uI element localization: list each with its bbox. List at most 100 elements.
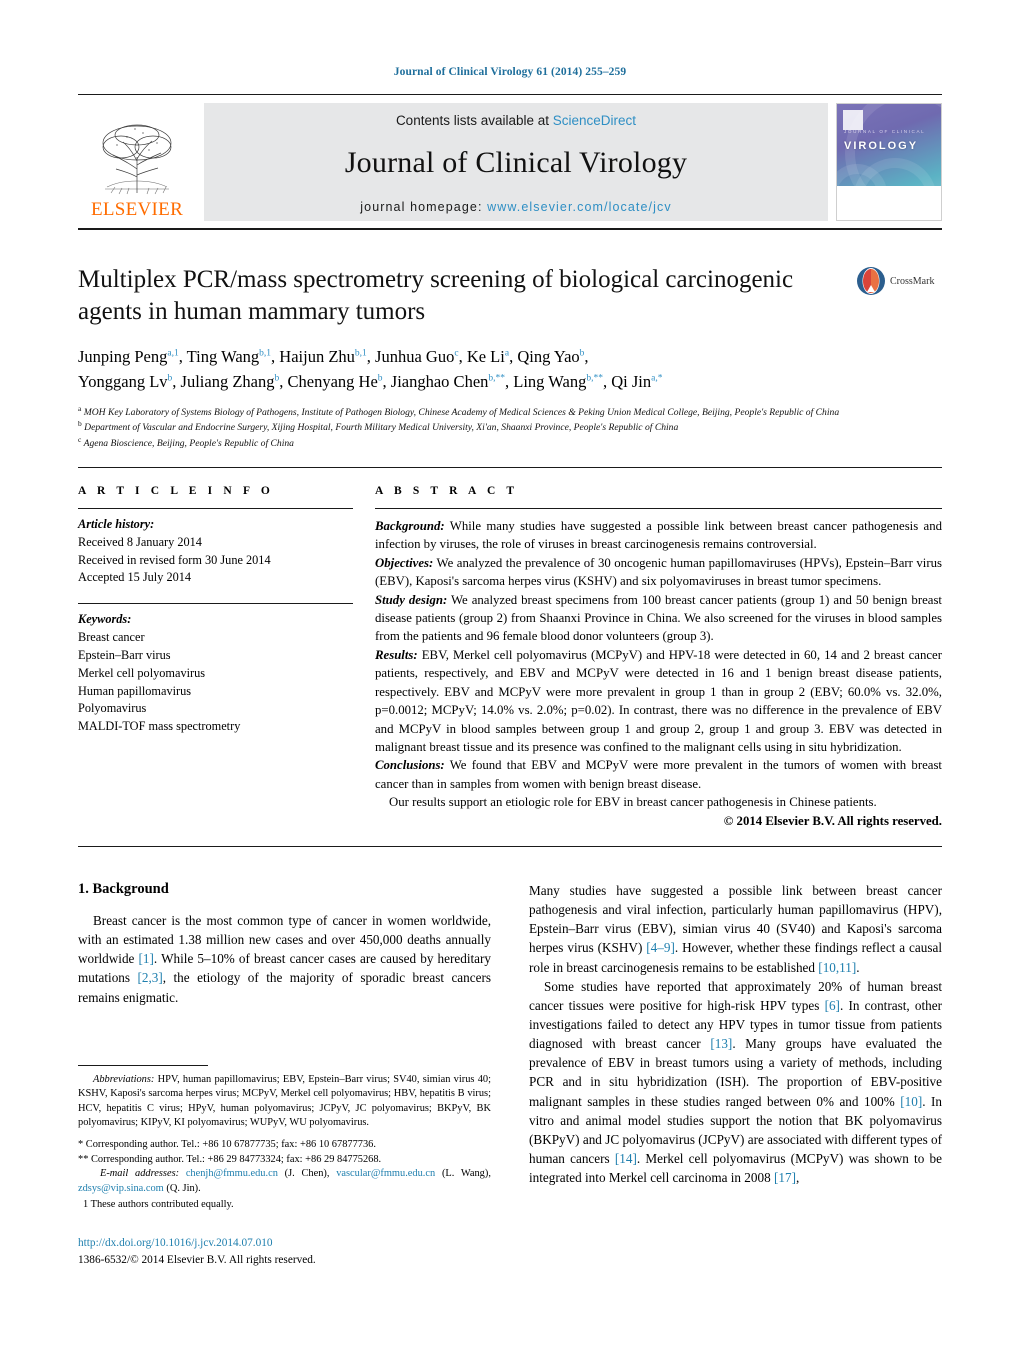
email-owner-chen: (J. Chen), (284, 1168, 330, 1180)
footnote-rule (78, 1064, 208, 1066)
citation-ref[interactable]: [14] (615, 1151, 637, 1166)
abstract-section-objectives: Objectives: We analyzed the prevalence o… (375, 554, 942, 591)
email-addresses-note: E-mail addresses: chenjh@fmmu.edu.cn (J.… (78, 1167, 491, 1196)
citation-ref[interactable]: [13] (710, 1036, 732, 1051)
footer-identifiers: http://dx.doi.org/10.1016/j.jcv.2014.07.… (78, 1235, 491, 1269)
author-line-2: Yonggang Lvb, Juliang Zhangb, Chenyang H… (78, 371, 663, 391)
cover-footer-band (837, 186, 941, 220)
keyword-item: Merkel cell polyomavirus (78, 665, 206, 680)
info-abstract-row: A R T I C L E I N F O Article history: R… (78, 468, 942, 830)
abbreviations-label: Abbreviations: (93, 1073, 155, 1085)
crossmark-badge[interactable]: CrossMark (856, 266, 942, 296)
email-link-chen[interactable]: chenjh@fmmu.edu.cn (186, 1168, 278, 1179)
body-paragraph: Some studies have reported that approxim… (529, 978, 942, 1186)
author-sup[interactable]: b,** (586, 373, 603, 383)
citation-ref[interactable]: [10,11] (818, 960, 856, 975)
journal-cover-thumbnail: JOURNAL OF CLINICAL VIROLOGY (836, 103, 942, 221)
citation-ref[interactable]: [10] (900, 1094, 922, 1109)
affiliation-b: b Department of Vascular and Endocrine S… (78, 419, 679, 434)
title-block: Multiplex PCR/mass spectrometry screenin… (78, 264, 942, 451)
keyword-item: Breast cancer (78, 630, 145, 645)
keyword-item: Human papillomavirus (78, 683, 192, 698)
abstract-body: Background: While many studies have sugg… (375, 509, 942, 830)
citation-ref[interactable]: [2,3] (137, 970, 162, 985)
article-history-group: Article history: Received 8 January 2014… (78, 509, 353, 587)
author-sup[interactable]: a,* (651, 373, 662, 383)
history-revised: Received in revised form 30 June 2014 (78, 552, 271, 567)
author-line-1: Junping Penga,1, Ting Wangb,1, Haijun Zh… (78, 347, 589, 366)
author-sup[interactable]: b (168, 373, 173, 383)
author-sup[interactable]: b (378, 373, 383, 383)
email-owner-wang: (L. Wang), (441, 1168, 491, 1180)
elsevier-tree-icon (102, 124, 172, 195)
author-sup[interactable]: b,1 (355, 349, 367, 359)
abstract-label: Results: (375, 647, 418, 662)
article-page: Journal of Clinical Virology 61 (2014) 2… (0, 0, 1020, 1351)
abstract-text: We analyzed breast specimens from 100 br… (375, 592, 942, 644)
cover-title: VIROLOGY (844, 140, 919, 152)
crossmark-icon (857, 267, 885, 295)
article-info-heading: A R T I C L E I N F O (78, 484, 274, 497)
email-owner-jin: (Q. Jin). (166, 1182, 201, 1194)
citation-ref[interactable]: [1] (139, 951, 154, 966)
abstract-label: Objectives: (375, 555, 434, 570)
doi-link[interactable]: http://dx.doi.org/10.1016/j.jcv.2014.07.… (78, 1235, 491, 1252)
affiliation-text: Agena Bioscience, Beijing, People's Repu… (83, 438, 294, 450)
citation-ref[interactable]: [4–9] (646, 940, 675, 955)
corresponding-author-1: * Corresponding author. Tel.: +86 10 678… (78, 1139, 376, 1151)
page-title: Multiplex PCR/mass spectrometry screenin… (78, 266, 794, 325)
journal-homepage-link[interactable]: www.elsevier.com/locate/jcv (487, 200, 672, 214)
body-columns: 1. Background Breast cancer is the most … (78, 881, 942, 1269)
author-sup[interactable]: b (275, 373, 280, 383)
author-sup[interactable]: b (580, 349, 585, 359)
affiliation-text: MOH Key Laboratory of Systems Biology of… (83, 406, 840, 418)
abstract-label: Study design: (375, 592, 448, 607)
body-paragraph: Many studies have suggested a possible l… (529, 883, 942, 975)
email-link-wang[interactable]: vascular@fmmu.edu.cn (336, 1168, 435, 1179)
corresponding-author-2: ** Corresponding author. Tel.: +86 29 84… (78, 1153, 382, 1165)
footnote-block: Abbreviations: HPV, human papillomavirus… (78, 1073, 491, 1213)
section-heading-background: 1. Background (78, 881, 169, 898)
running-head: Journal of Clinical Virology 61 (2014) 2… (393, 66, 627, 78)
author-list: Junping Penga,1, Ting Wangb,1, Haijun Zh… (78, 345, 878, 395)
journal-homepage-line: journal homepage: www.elsevier.com/locat… (360, 200, 671, 214)
abstract-column: A B S T R A C T Background: While many s… (375, 485, 942, 830)
abstract-section-results: Results: EBV, Merkel cell polyomavirus (… (375, 646, 942, 757)
cover-elsevier-mark (843, 110, 863, 130)
email-label: E-mail addresses: (100, 1168, 180, 1180)
affiliation-c: c Agena Bioscience, Beijing, People's Re… (78, 435, 294, 450)
issn-copyright-line: 1386-6532/© 2014 Elsevier B.V. All right… (78, 1253, 316, 1266)
banner-center-panel: Contents lists available at ScienceDirec… (204, 103, 828, 221)
author-sup[interactable]: b,1 (259, 349, 271, 359)
citation-ref[interactable]: [6] (825, 998, 840, 1013)
history-received: Received 8 January 2014 (78, 534, 202, 549)
author-sup[interactable]: b,** (488, 373, 505, 383)
abstract-section-background: Background: While many studies have sugg… (375, 517, 942, 554)
homepage-prefix: journal homepage: (360, 199, 488, 214)
affiliation-list: a MOH Key Laboratory of Systems Biology … (78, 404, 942, 451)
author-sup[interactable]: a (505, 349, 509, 359)
body-left-column: 1. Background Breast cancer is the most … (78, 881, 491, 1269)
abstract-text: We found that EBV and MCPyV were more pr… (375, 758, 942, 791)
affiliation-text: Department of Vascular and Endocrine Sur… (84, 422, 679, 434)
elsevier-logo: ELSEVIER (78, 103, 196, 221)
article-history-label: Article history: (78, 516, 155, 531)
keywords-label: Keywords: (78, 612, 132, 627)
email-link-jin[interactable]: zdsys@vip.sina.com (78, 1183, 164, 1194)
contents-available-line: Contents lists available at ScienceDirec… (396, 113, 636, 128)
journal-banner: ELSEVIER Contents lists available at Sci… (78, 94, 942, 221)
abbreviations-note: Abbreviations: HPV, human papillomavirus… (78, 1073, 491, 1131)
affiliation-a: a MOH Key Laboratory of Systems Biology … (78, 403, 840, 418)
abstract-heading: A B S T R A C T (375, 484, 519, 497)
history-accepted: Accepted 15 July 2014 (78, 570, 192, 585)
info-abstract-bottom-rule (78, 846, 942, 848)
elsevier-wordmark: ELSEVIER (90, 199, 184, 220)
keywords-group: Keywords: Breast cancer Epstein–Barr vir… (78, 604, 353, 736)
abstract-section-study-design: Study design: We analyzed breast specime… (375, 591, 942, 646)
author-sup[interactable]: a,1 (167, 349, 178, 359)
author-sup[interactable]: c (454, 349, 458, 359)
body-right-column: Many studies have suggested a possible l… (529, 881, 942, 1269)
citation-ref[interactable]: [17] (774, 1170, 796, 1185)
journal-title: Journal of Clinical Virology (344, 145, 688, 179)
sciencedirect-link[interactable]: ScienceDirect (553, 113, 636, 128)
